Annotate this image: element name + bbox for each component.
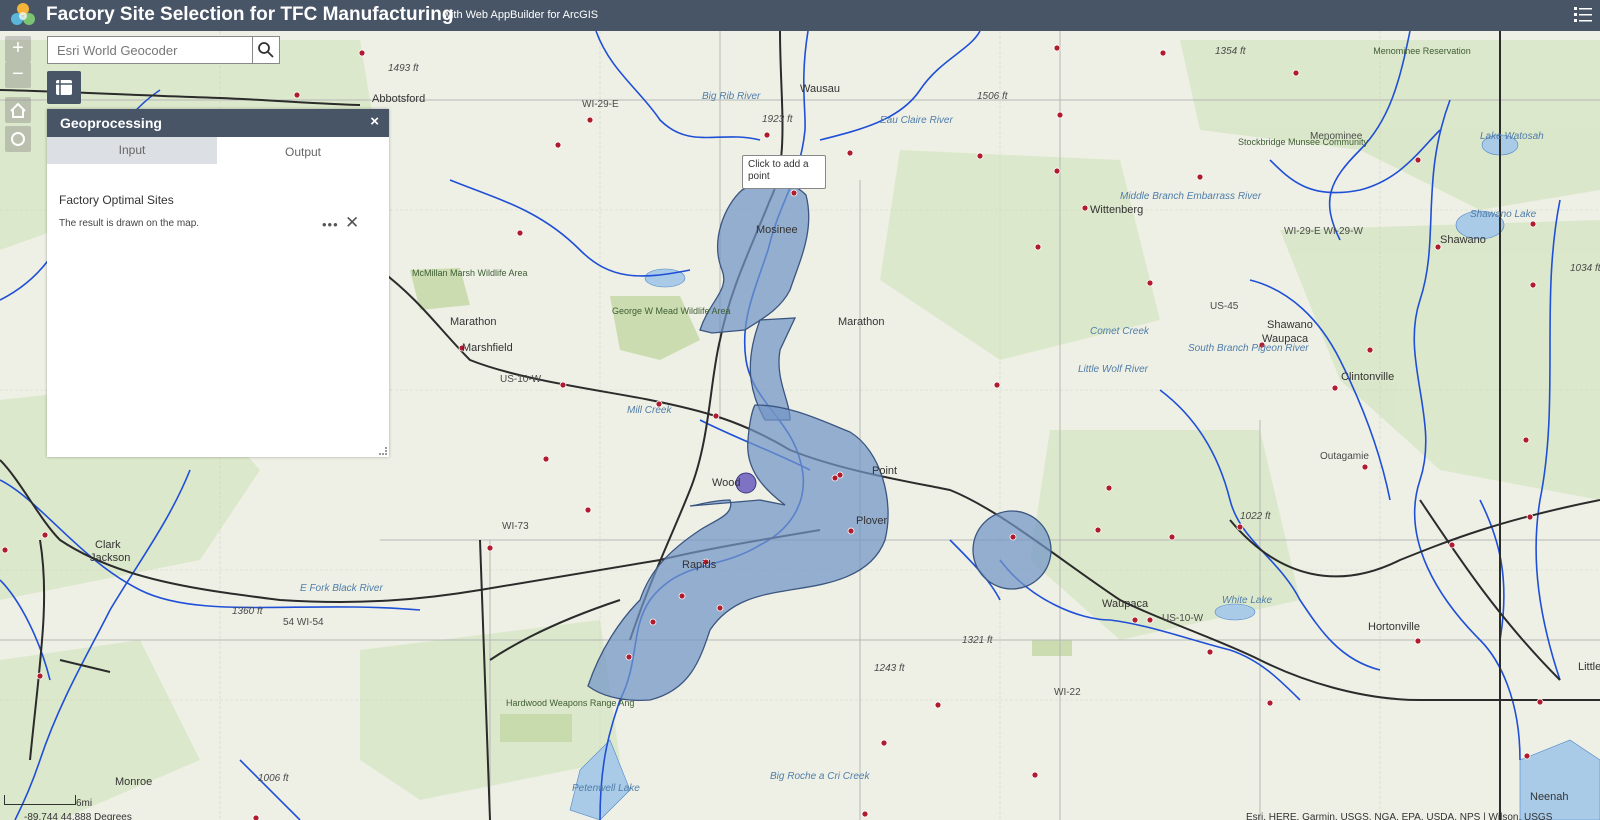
highway-label: US-10-W: [1162, 613, 1204, 624]
river-label: Little Wolf River: [1078, 364, 1149, 375]
elevation-label: 1022 ft: [1240, 511, 1271, 522]
resize-handle[interactable]: [379, 447, 387, 455]
city-label: Marshfield: [462, 342, 513, 354]
elevation-label: 1243 ft: [874, 663, 905, 674]
elevation-label: 1923 ft: [762, 114, 793, 125]
home-icon: [10, 102, 26, 118]
appbuilder-logo-icon: [11, 3, 35, 25]
elevation-label: 1006 ft: [258, 773, 289, 784]
highway-label: WI-73: [502, 521, 529, 532]
wildlife-area-label: George W Mead Wildlife Area: [612, 306, 731, 316]
search-icon: [258, 42, 274, 58]
zoom-out-button[interactable]: −: [5, 62, 31, 88]
scale-bar: [4, 795, 76, 805]
app-header: Factory Site Selection for TFC Manufactu…: [0, 0, 1600, 31]
map-tooltip: Click to add a point: [742, 155, 826, 189]
tab-output[interactable]: Output: [217, 137, 389, 164]
map-attribution: Esri, HERE, Garmin, USGS, NGA, EPA, USDA…: [1246, 812, 1553, 820]
region-label: Marathon: [838, 316, 885, 328]
result-title: Factory Optimal Sites: [59, 193, 174, 207]
region-label: Monroe: [115, 776, 153, 788]
region-label: Jackson: [90, 552, 131, 564]
highway-label: WI-29-E WI-29-W: [1284, 226, 1363, 237]
city-label: Plover: [856, 515, 888, 527]
tab-input[interactable]: Input: [47, 137, 217, 164]
app-title: Factory Site Selection for TFC Manufactu…: [46, 4, 454, 25]
elevation-label: 1493 ft: [388, 63, 419, 74]
search-button[interactable]: [252, 36, 280, 64]
panel-header: Geoprocessing ×: [47, 109, 389, 137]
river-label: E Fork Black River: [300, 583, 383, 594]
highway-label: WI-22: [1054, 687, 1081, 698]
highway-label: 54 WI-54: [283, 617, 324, 628]
coordinate-readout: -89.744 44.888 Degrees: [24, 812, 132, 820]
region-label: Shawano: [1267, 319, 1313, 331]
range-label: Hardwood Weapons Range Ang: [506, 698, 634, 708]
elevation-label: 1506 ft: [977, 91, 1008, 102]
river-label: Big Roche a Cri Creek: [770, 771, 870, 782]
region-label: Menominee: [1310, 131, 1363, 142]
city-label: Point: [872, 465, 898, 477]
city-label: Rapids: [682, 559, 717, 571]
city-label: Little: [1578, 661, 1600, 673]
reservation-label: Menominee Reservation: [1373, 46, 1471, 56]
city-label: Wittenberg: [1090, 204, 1144, 216]
lake-label: Petenwell Lake: [572, 783, 640, 794]
city-label: Neenah: [1530, 791, 1569, 803]
city-label: Shawano: [1440, 234, 1486, 246]
wildlife-area-label: McMillan Marsh Wildlife Area: [412, 268, 528, 278]
city-label: Mosinee: [756, 224, 798, 236]
river-label: Middle Branch Embarrass River: [1120, 191, 1262, 202]
lake-label: White Lake: [1222, 595, 1273, 606]
search-input[interactable]: Esri World Geocoder: [47, 36, 253, 64]
elevation-label: 1321 ft: [962, 635, 993, 646]
river-label: Big Rib River: [702, 91, 761, 102]
app-subtitle: with Web AppBuilder for ArcGIS: [443, 9, 599, 21]
more-options-icon[interactable]: •••: [322, 217, 339, 232]
river-label: Comet Creek: [1090, 326, 1149, 337]
panel-title: Geoprocessing: [60, 115, 162, 131]
city-label: Waupaca: [1102, 598, 1149, 610]
lake-label: Shawano Lake: [1470, 209, 1537, 220]
region-label: Outagamie: [1320, 451, 1369, 462]
city-label: Clintonville: [1341, 371, 1395, 383]
highway-label: WI-29-E: [582, 99, 619, 110]
community-label: Stockbridge Munsee Community: [1238, 137, 1369, 147]
city-label: Hortonville: [1368, 621, 1420, 633]
zoom-in-button[interactable]: +: [5, 36, 31, 62]
city-label: Abbotsford: [372, 93, 426, 105]
geoprocessing-icon: [56, 80, 72, 95]
panel-close-button[interactable]: ×: [370, 113, 379, 130]
region-label: Marathon: [450, 316, 497, 328]
river-label: Eau Claire River: [880, 115, 953, 126]
remove-result-icon[interactable]: ✕: [345, 213, 359, 233]
locate-button[interactable]: [5, 126, 31, 152]
highway-label: US-45: [1210, 301, 1239, 312]
region-label: Wood: [712, 477, 741, 489]
region-label: Clark: [95, 539, 121, 551]
elevation-label: 1360 ft: [232, 606, 263, 617]
river-label: South Branch Pigeon River: [1188, 343, 1309, 354]
river-label: Mill Creek: [627, 405, 672, 416]
home-button[interactable]: [5, 97, 31, 123]
elevation-label: 1354 ft: [1215, 46, 1246, 57]
geoprocessing-panel: Geoprocessing × Input Output Factory Opt…: [47, 109, 389, 457]
highway-label: US-10-W: [500, 374, 542, 385]
elevation-label: 1034 ft: [1570, 263, 1600, 274]
city-label: Wausau: [800, 83, 840, 95]
list-menu-icon[interactable]: [1572, 4, 1594, 26]
scale-label: 6mi: [76, 798, 93, 809]
locate-icon: [11, 132, 25, 146]
lake-label: Lake Watosah: [1480, 131, 1544, 142]
result-description: The result is drawn on the map.: [59, 218, 200, 229]
geoprocessing-widget-button[interactable]: [47, 71, 81, 104]
